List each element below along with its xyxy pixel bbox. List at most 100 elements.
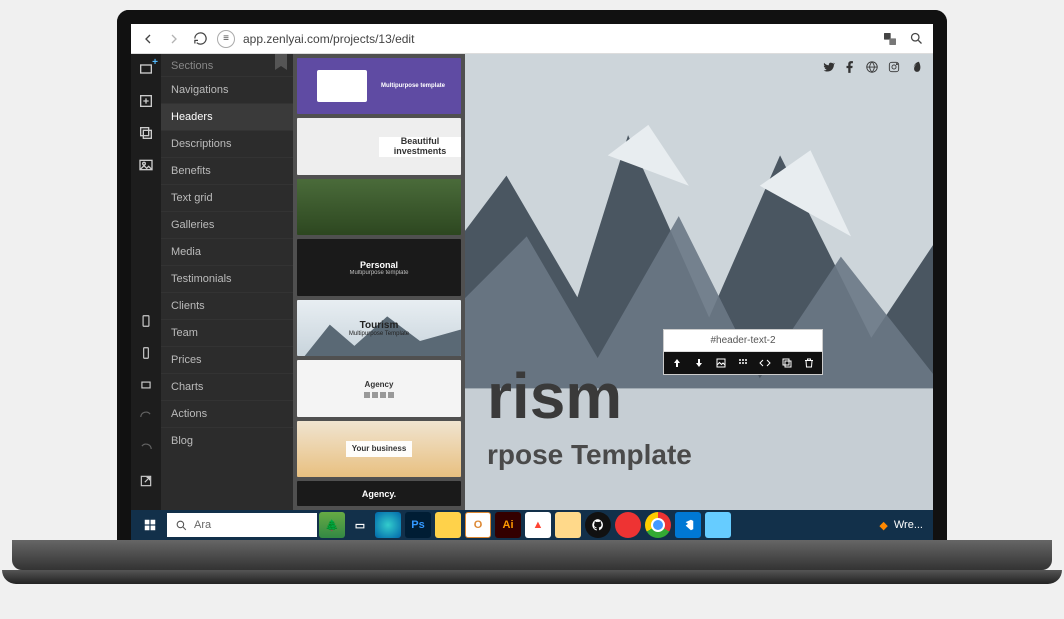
windows-taskbar: Ara 🌲 ▭ Ps O Ai ▲ <box>131 510 933 540</box>
template-subtitle: Multipurpose Template <box>349 331 409 337</box>
template-thumbnail[interactable]: Multipurpose template <box>297 58 461 114</box>
sidebar-item-descriptions[interactable]: Descriptions <box>161 130 293 157</box>
template-thumbnail[interactable]: Tourism Multipurpose Template <box>297 300 461 356</box>
move-down-icon[interactable] <box>692 356 705 370</box>
editor-canvas[interactable]: rism rpose Template #header-text-2 <box>465 54 933 510</box>
template-thumbnail[interactable]: Agency. <box>297 481 461 506</box>
reload-icon[interactable] <box>191 30 209 48</box>
taskbar-tray: ◆ Wre... <box>879 519 929 532</box>
tray-label: Wre... <box>894 519 923 531</box>
task-view-icon[interactable]: ▭ <box>347 512 373 538</box>
sidebar-item-actions[interactable]: Actions <box>161 400 293 427</box>
image-icon[interactable] <box>137 156 155 174</box>
template-thumbnail[interactable]: Personal Multipurpose template <box>297 239 461 295</box>
template-subtitle: Multipurpose template <box>349 270 408 276</box>
search-placeholder: Ara <box>194 519 211 531</box>
code-icon[interactable] <box>759 356 772 370</box>
external-link-icon[interactable] <box>137 472 155 490</box>
chrome-icon[interactable] <box>645 512 671 538</box>
taskbar-search[interactable]: Ara <box>167 513 317 537</box>
site-info-icon[interactable]: ≡ <box>217 30 235 48</box>
edge-icon[interactable] <box>375 512 401 538</box>
template-thumbnail[interactable]: Your business <box>297 421 461 477</box>
move-up-icon[interactable] <box>670 356 683 370</box>
template-title: Agency. <box>362 489 396 499</box>
laptop-base <box>12 540 1052 570</box>
template-thumbnail[interactable]: Beautiful investments <box>297 118 461 174</box>
taskbar-apps: Ps O Ai ▲ <box>375 512 877 538</box>
sidebar-item-team[interactable]: Team <box>161 319 293 346</box>
browser-toolbar: ≡ app.zenlyai.com/projects/13/edit <box>131 24 933 54</box>
element-toolbar: #header-text-2 <box>663 329 823 375</box>
template-thumbnail[interactable]: Agency <box>297 360 461 416</box>
sidebar-item-blog[interactable]: Blog <box>161 427 293 454</box>
dribbble-icon[interactable] <box>865 60 879 74</box>
template-title: Personal <box>349 260 408 270</box>
github-icon[interactable] <box>585 512 611 538</box>
forward-icon[interactable] <box>165 30 183 48</box>
vscode-icon[interactable] <box>675 512 701 538</box>
template-thumbnails: Multipurpose template Beautiful investme… <box>293 54 465 510</box>
sidebar-item-navigations[interactable]: Navigations <box>161 76 293 103</box>
template-title: Beautiful investments <box>379 137 461 157</box>
duplicate-icon[interactable] <box>137 124 155 142</box>
sidebar-title: Sections <box>161 54 293 76</box>
sections-sidebar: Sections Navigations Headers Description… <box>161 54 293 510</box>
add-block-icon[interactable] <box>137 92 155 110</box>
sidebar-item-charts[interactable]: Charts <box>161 373 293 400</box>
sidebar-item-headers[interactable]: Headers <box>161 103 293 130</box>
sidebar-title-text: Sections <box>171 60 213 72</box>
envato-icon[interactable] <box>909 60 923 74</box>
editor-app: + Sections Navigations <box>131 54 933 510</box>
brave-icon[interactable]: ▲ <box>525 512 551 538</box>
back-icon[interactable] <box>139 30 157 48</box>
devices-icon[interactable] <box>137 312 155 330</box>
laptop-mockup: ≡ app.zenlyai.com/projects/13/edit + <box>0 0 1064 619</box>
taskbar-pinned[interactable]: 🌲 <box>319 512 345 538</box>
screen: ≡ app.zenlyai.com/projects/13/edit + <box>117 10 947 540</box>
copy-icon[interactable] <box>781 356 794 370</box>
illustrator-icon[interactable]: Ai <box>495 512 521 538</box>
laptop-foot <box>2 570 1062 584</box>
element-toolbar-actions <box>664 352 822 374</box>
image-settings-icon[interactable] <box>714 356 727 370</box>
sidebar-item-benefits[interactable]: Benefits <box>161 157 293 184</box>
sidebar-item-testimonials[interactable]: Testimonials <box>161 265 293 292</box>
sidebar-item-media[interactable]: Media <box>161 238 293 265</box>
photoshop-icon[interactable]: Ps <box>405 512 431 538</box>
outlook-icon[interactable]: O <box>465 512 491 538</box>
notepad-icon[interactable] <box>705 512 731 538</box>
hero-subtitle[interactable]: rpose Template <box>487 439 692 471</box>
redo-icon[interactable] <box>137 440 155 458</box>
twitter-icon[interactable] <box>821 60 835 74</box>
hero-title[interactable]: rism <box>487 359 622 433</box>
zoom-icon[interactable] <box>907 30 925 48</box>
element-id-label: #header-text-2 <box>664 330 822 352</box>
sidebar-item-galleries[interactable]: Galleries <box>161 211 293 238</box>
sidebar-item-text-grid[interactable]: Text grid <box>161 184 293 211</box>
add-section-icon[interactable]: + <box>137 60 155 78</box>
mobile-icon[interactable] <box>137 344 155 362</box>
template-title: Your business <box>346 441 413 458</box>
template-title: Tourism <box>349 320 409 331</box>
undo-icon[interactable] <box>137 408 155 426</box>
address-bar[interactable]: app.zenlyai.com/projects/13/edit <box>243 32 873 46</box>
sidebar-item-clients[interactable]: Clients <box>161 292 293 319</box>
settings-icon[interactable] <box>736 356 749 370</box>
facebook-icon[interactable] <box>843 60 857 74</box>
translate-icon[interactable] <box>881 30 899 48</box>
template-title: Multipurpose template <box>375 79 451 94</box>
delete-icon[interactable] <box>803 356 816 370</box>
sidebar-item-prices[interactable]: Prices <box>161 346 293 373</box>
explorer-icon[interactable] <box>555 512 581 538</box>
instagram-icon[interactable] <box>887 60 901 74</box>
template-thumbnail[interactable] <box>297 179 461 235</box>
start-button[interactable] <box>135 510 165 540</box>
tray-app-icon[interactable]: ◆ <box>879 519 887 532</box>
icon-rail: + <box>131 54 161 510</box>
opera-icon[interactable] <box>615 512 641 538</box>
sticky-notes-icon[interactable] <box>435 512 461 538</box>
bookmark-icon <box>275 54 287 70</box>
expand-icon[interactable] <box>137 376 155 394</box>
social-icons <box>821 60 923 74</box>
